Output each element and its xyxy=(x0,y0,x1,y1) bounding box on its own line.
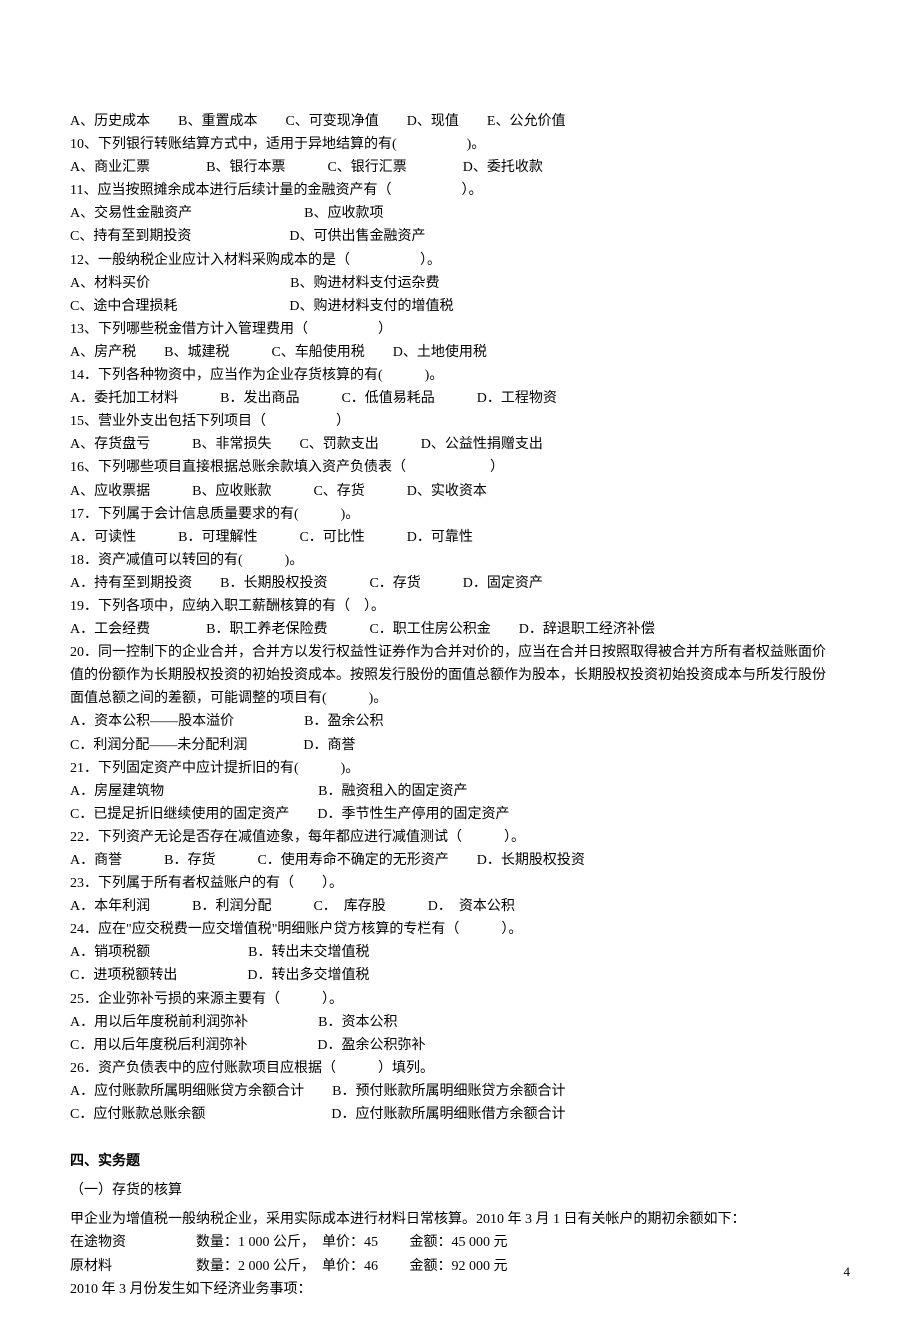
problem-1-line3: 原材料 数量：2 000 公斤， 单价：46 金额：92 000 元 xyxy=(70,1255,850,1278)
problem-1-line2: 在途物资 数量：1 000 公斤， 单价：45 金额：45 000 元 xyxy=(70,1231,850,1254)
q22-options: A．商誉 B．存货 C．使用寿命不确定的无形资产 D．长期股权投资 xyxy=(70,849,850,872)
q17-options: A．可读性 B．可理解性 C．可比性 D．可靠性 xyxy=(70,526,850,549)
q20-stem-line2: 值的份额作为长期股权投资的初始投资成本。按照发行股份的面值总额作为股本，长期股权… xyxy=(70,664,850,687)
problem-1-title: （一）存货的核算 xyxy=(70,1179,850,1202)
page-number: 4 xyxy=(844,1261,851,1282)
q25-options-a: A．用以后年度税前利润弥补 B．资本公积 xyxy=(70,1011,850,1034)
q20-options-b: C．利润分配——未分配利润 D．商誉 xyxy=(70,734,850,757)
q19-options: A．工会经费 B．职工养老保险费 C．职工住房公积金 D．辞退职工经济补偿 xyxy=(70,618,850,641)
q15-stem: 15、营业外支出包括下列项目（ ） xyxy=(70,410,850,433)
q14-stem: 14．下列各种物资中，应当作为企业存货核算的有( )。 xyxy=(70,364,850,387)
q22-stem: 22．下列资产无论是否存在减值迹象，每年都应进行减值测试（ ）。 xyxy=(70,826,850,849)
q20-stem-line3: 面值总额之间的差额，可能调整的项目有( )。 xyxy=(70,687,850,710)
q20-options-a: A．资本公积——股本溢价 B．盈余公积 xyxy=(70,710,850,733)
q14-options: A．委托加工材料 B．发出商品 C．低值易耗品 D．工程物资 xyxy=(70,387,850,410)
q16-options: A、应收票据 B、应收账款 C、存货 D、实收资本 xyxy=(70,480,850,503)
q17-stem: 17．下列属于会计信息质量要求的有( )。 xyxy=(70,503,850,526)
q23-stem: 23．下列属于所有者权益账户的有（ ）。 xyxy=(70,872,850,895)
q25-stem: 25．企业弥补亏损的来源主要有（ ）。 xyxy=(70,988,850,1011)
q18-stem: 18．资产减值可以转回的有( )。 xyxy=(70,549,850,572)
q20-stem-line1: 20．同一控制下的企业合并，合并方以发行权益性证券作为合并对价的，应当在合并日按… xyxy=(70,641,850,664)
q21-options-b: C．已提足折旧继续使用的固定资产 D．季节性生产停用的固定资产 xyxy=(70,803,850,826)
q24-options-b: C．进项税额转出 D．转出多交增值税 xyxy=(70,964,850,987)
q16-stem: 16、下列哪些项目直接根据总账余款填入资产负债表（ ） xyxy=(70,456,850,479)
q23-options: A．本年利润 B．利润分配 C． 库存股 D． 资本公积 xyxy=(70,895,850,918)
q21-options-a: A．房屋建筑物 B．融资租入的固定资产 xyxy=(70,780,850,803)
q13-stem: 13、下列哪些税金借方计入管理费用（ ） xyxy=(70,318,850,341)
q26-options-b: C．应付账款总账余额 D．应付账款所属明细账借方余额合计 xyxy=(70,1103,850,1126)
q24-options-a: A．销项税额 B．转出未交增值税 xyxy=(70,941,850,964)
q11-options-a: A、交易性金融资产 B、应收款项 xyxy=(70,202,850,225)
q10-stem: 10、下列银行转账结算方式中，适用于异地结算的有( )。 xyxy=(70,133,850,156)
q15-options: A、存货盘亏 B、非常损失 C、罚款支出 D、公益性捐赠支出 xyxy=(70,433,850,456)
q13-options: A、房产税 B、城建税 C、车船使用税 D、土地使用税 xyxy=(70,341,850,364)
q12-stem: 12、一般纳税企业应计入材料采购成本的是（ ）。 xyxy=(70,249,850,272)
q11-options-b: C、持有至到期投资 D、可供出售金融资产 xyxy=(70,225,850,248)
q26-options-a: A．应付账款所属明细账贷方余额合计 B．预付账款所属明细账贷方余额合计 xyxy=(70,1080,850,1103)
q25-options-b: C．用以后年度税后利润弥补 D．盈余公积弥补 xyxy=(70,1034,850,1057)
q26-stem: 26．资产负债表中的应付账款项目应根据（ ）填列。 xyxy=(70,1057,850,1080)
q11-stem: 11、应当按照摊余成本进行后续计量的金融资产有（ ）。 xyxy=(70,179,850,202)
problem-1-line4: 2010 年 3 月份发生如下经济业务事项： xyxy=(70,1278,850,1301)
q18-options: A．持有至到期投资 B．长期股权投资 C．存货 D．固定资产 xyxy=(70,572,850,595)
q12-options-a: A、材料买价 B、购进材料支付运杂费 xyxy=(70,272,850,295)
q24-stem: 24．应在"应交税费一应交增值税"明细账户贷方核算的专栏有（ ）。 xyxy=(70,918,850,941)
q10-options: A、商业汇票 B、银行本票 C、银行汇票 D、委托收款 xyxy=(70,156,850,179)
problem-1-line1: 甲企业为增值税一般纳税企业，采用实际成本进行材料日常核算。2010 年 3 月 … xyxy=(70,1208,850,1231)
q9-options: A、历史成本 B、重置成本 C、可变现净值 D、现值 E、公允价值 xyxy=(70,110,850,133)
q21-stem: 21．下列固定资产中应计提折旧的有( )。 xyxy=(70,757,850,780)
q12-options-b: C、途中合理损耗 D、购进材料支付的增值税 xyxy=(70,295,850,318)
section-4-title: 四、实务题 xyxy=(70,1150,850,1173)
q19-stem: 19．下列各项中，应纳入职工薪酬核算的有（ ）。 xyxy=(70,595,850,618)
